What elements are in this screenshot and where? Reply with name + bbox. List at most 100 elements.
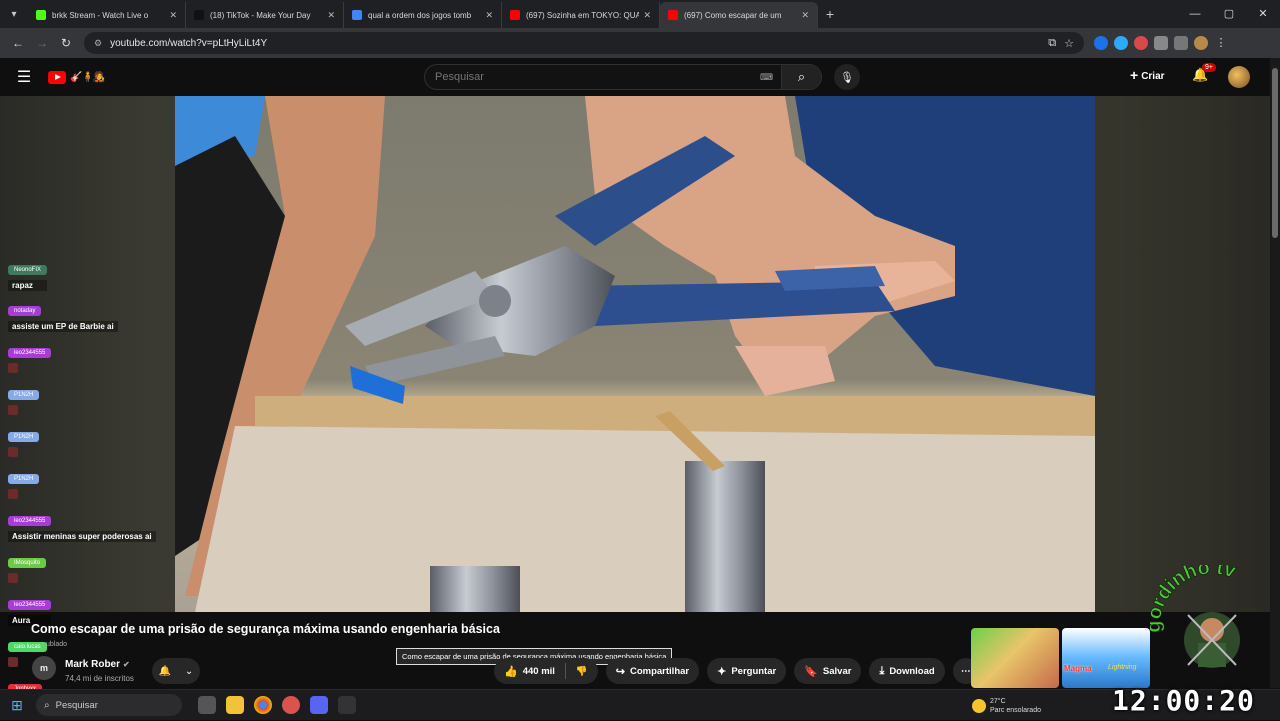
menu-hamburger-icon[interactable]: ☰ (0, 67, 48, 87)
media-controls-icon[interactable] (1174, 36, 1188, 50)
recommended-video-thumbnail[interactable]: Magma Lightning (1062, 628, 1150, 688)
channel-name: Mark Rober (65, 659, 121, 670)
tab-title: qual a ordem dos jogos tomb (368, 10, 472, 20)
notifications-button[interactable]: 🔔 9+ (1192, 63, 1216, 83)
tab-title: (18) TikTok - Make Your Day (210, 10, 311, 20)
tab-close-icon[interactable]: ✕ (485, 10, 493, 21)
reload-icon[interactable]: ↻ (54, 36, 78, 50)
site-info-icon[interactable]: ⚙ (94, 38, 102, 49)
keyboard-icon[interactable]: ⌨ (760, 72, 773, 83)
thumbnail-text: Magma (1064, 664, 1092, 673)
back-icon[interactable]: ← (6, 36, 30, 50)
search-button[interactable]: ⌕ (781, 65, 821, 89)
recommended-video-thumbnail[interactable] (971, 628, 1059, 688)
tab-close-icon[interactable]: ✕ (643, 10, 651, 21)
extension-icon[interactable] (1114, 36, 1128, 50)
video-frame (175, 96, 1095, 612)
taskbar-search[interactable]: ⌕ Pesquisar (36, 694, 182, 716)
tab-close-icon[interactable]: ✕ (327, 10, 335, 21)
taskbar-apps (198, 696, 356, 714)
channel-avatar-letter: m (39, 663, 48, 673)
tab-close-icon[interactable]: ✕ (801, 10, 809, 21)
subscriber-count: 74,4 mi de inscritos (65, 674, 134, 683)
channel-name-link[interactable]: Mark Rober ✔ (65, 659, 130, 670)
scrollbar-thumb[interactable] (1272, 68, 1278, 238)
weather-temp: 27°C (990, 697, 1006, 705)
thumbs-down-icon: 👎 (575, 665, 588, 677)
weather-widget[interactable]: 27°C Parc ensolarado (972, 690, 1041, 721)
extensions-bar: ⋮ (1094, 36, 1228, 50)
browser-tab[interactable]: (18) TikTok - Make Your Day ✕ (186, 2, 344, 28)
tab-title: (697) Sozinha em TOKYO: QUA (526, 10, 640, 20)
browser-tab-strip: ▾ brkk Stream - Watch Live o ✕ (18) TikTok… (0, 0, 1280, 28)
extensions-puzzle-icon[interactable] (1154, 36, 1168, 50)
discord-icon[interactable] (310, 696, 328, 714)
share-button[interactable]: ↪ Compartilhar (605, 658, 700, 684)
youtube-header: ☰ 🎸🧍🧑‍🎤 ⌨ ⌕ 🎙 +Criar 🔔9+ (0, 58, 1280, 96)
taskbar-search-label: Pesquisar (55, 699, 98, 711)
ask-button[interactable]: ✦ Perguntar (707, 658, 787, 684)
thumbnail-text: Lightning (1108, 664, 1137, 671)
tab-close-icon[interactable]: ✕ (169, 10, 177, 21)
browser-tab[interactable]: (697) Como escapar de um ✕ (660, 2, 818, 28)
bookmark-star-icon[interactable]: ☆ (1064, 37, 1074, 50)
extension-icon[interactable] (1094, 36, 1108, 50)
like-button[interactable]: 👍 440 mil (494, 658, 565, 684)
channel-avatar[interactable]: m (32, 656, 56, 680)
ask-label: Perguntar (731, 665, 777, 677)
windows-taskbar: ⊞ ⌕ Pesquisar 27°C Parc ensolarado (0, 689, 1280, 720)
download-icon: ⤓ (879, 664, 885, 677)
recommended-thumbnails: Magma Lightning (971, 628, 1150, 688)
chrome-icon[interactable] (254, 696, 272, 714)
browser-menu-icon[interactable]: ⋮ (1214, 36, 1228, 50)
doodle-icon[interactable]: 🎸🧍🧑‍🎤 (70, 72, 105, 83)
subscription-bell-button[interactable]: 🔔 ⌄ (152, 658, 200, 684)
youtube-logo[interactable] (48, 70, 66, 84)
new-tab-button[interactable]: + (818, 6, 842, 22)
download-label: Download (889, 665, 935, 677)
bookmark-icon: 🔖 (804, 665, 818, 678)
window-controls: — ▢ ✕ (1178, 0, 1280, 28)
tab-title: (697) Como escapar de um (684, 10, 782, 20)
forward-icon[interactable]: → (30, 36, 54, 50)
browser-tab[interactable]: brkk Stream - Watch Live o ✕ (28, 2, 186, 28)
search-icon: ⌕ (44, 699, 50, 711)
close-icon[interactable]: ✕ (1246, 0, 1280, 28)
notification-badge: 9+ (1202, 63, 1216, 72)
like-dislike-group: 👍 440 mil 👎 (494, 658, 598, 684)
address-bar[interactable]: ⚙ youtube.com/watch?v=pLtHyLiLt4Y ⧉ ☆ (84, 32, 1084, 54)
microphone-icon: 🎙 (840, 71, 854, 84)
create-button[interactable]: + Criar (1130, 67, 1165, 83)
app-icon[interactable] (282, 696, 300, 714)
bell-icon: 🔔 (158, 665, 172, 677)
task-view-icon[interactable] (198, 696, 216, 714)
download-button[interactable]: ⤓ Download (869, 658, 945, 684)
account-avatar[interactable] (1228, 66, 1250, 88)
browser-tab[interactable]: (697) Sozinha em TOKYO: QUA ✕ (502, 2, 660, 28)
file-explorer-icon[interactable] (226, 696, 244, 714)
dislike-button[interactable]: 👎 (566, 658, 598, 684)
thumbs-up-icon: 👍 (504, 665, 518, 678)
search-icon: ⌕ (797, 69, 806, 84)
voice-search-button[interactable]: 🎙 (834, 64, 860, 90)
search-input[interactable] (425, 71, 760, 83)
tab-title: brkk Stream - Watch Live o (52, 10, 149, 20)
save-button[interactable]: 🔖 Salvar (794, 658, 862, 684)
tab-favicon-icon (510, 10, 520, 20)
maximize-icon[interactable]: ▢ (1212, 0, 1246, 28)
extension-icon[interactable] (1134, 36, 1148, 50)
video-actions: 👍 440 mil 👎 ↪ Compartilhar ✦ Perguntar 🔖 Sal… (494, 658, 979, 684)
profile-avatar-icon[interactable] (1194, 36, 1208, 50)
search-box: ⌨ ⌕ (424, 64, 822, 90)
create-label: Criar (1141, 71, 1165, 82)
windows-start-icon[interactable]: ⊞ (0, 697, 34, 714)
save-label: Salvar (822, 665, 852, 677)
video-player[interactable] (175, 96, 1095, 612)
browser-tab[interactable]: qual a ordem dos jogos tomb ✕ (344, 2, 502, 28)
chat-username: caio.lucas (8, 642, 47, 652)
tab-search-button[interactable]: ▾ (0, 0, 28, 28)
tab-favicon-icon (668, 10, 678, 20)
minimize-icon[interactable]: — (1178, 0, 1212, 28)
epic-games-icon[interactable] (338, 696, 356, 714)
install-app-icon[interactable]: ⧉ (1048, 37, 1056, 50)
